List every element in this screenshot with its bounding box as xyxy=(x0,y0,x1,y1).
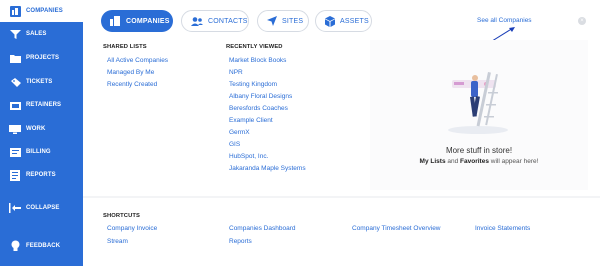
sidebar-item-companies[interactable]: COMPANIES xyxy=(0,0,83,22)
shortcuts-heading: SHORTCUTS xyxy=(103,213,140,219)
sidebar-item-label: PROJECTS xyxy=(26,55,60,61)
sidebar-item-reports[interactable]: REPORTS xyxy=(0,164,83,186)
sidebar-item-feedback[interactable]: FEEDBACK xyxy=(0,235,83,257)
list-item[interactable]: Managed By Me xyxy=(107,69,154,76)
billing-icon xyxy=(9,147,21,157)
sidebar-item-label: COMPANIES xyxy=(26,8,63,14)
sidebar-item-label: SALES xyxy=(26,31,47,37)
promo-subtitle: My Lists and Favorites will appear here! xyxy=(370,158,588,165)
shortcut-company-timesheet-overview[interactable]: Company Timesheet Overview xyxy=(352,225,441,232)
sidebar-item-tickets[interactable]: TICKETS xyxy=(0,71,83,93)
tab-label: SITES xyxy=(282,17,304,25)
recently-viewed-heading: RECENTLY VIEWED xyxy=(226,44,283,50)
list-item[interactable]: Recently Created xyxy=(107,81,157,88)
promo-illustration xyxy=(448,72,508,134)
list-item[interactable]: GermX xyxy=(229,129,250,136)
shortcuts-panel xyxy=(83,198,600,266)
shortcut-companies-dashboard[interactable]: Companies Dashboard xyxy=(229,225,295,232)
sidebar-item-label: REPORTS xyxy=(26,172,56,178)
tab-contacts[interactable]: CONTACTS xyxy=(181,10,249,32)
promo-title: More stuff in store! xyxy=(445,146,513,155)
shortcut-stream[interactable]: Stream xyxy=(107,238,128,245)
retainer-icon xyxy=(9,100,21,110)
shortcut-reports[interactable]: Reports xyxy=(229,238,252,245)
list-item[interactable]: Testing Kingdom xyxy=(229,81,277,88)
shortcut-invoice-statements[interactable]: Invoice Statements xyxy=(475,225,530,232)
tab-assets[interactable]: ASSETS xyxy=(315,10,372,32)
sidebar-item-sales[interactable]: SALES xyxy=(0,23,83,45)
list-item[interactable]: Example Client xyxy=(229,117,273,124)
contacts-icon xyxy=(191,16,203,26)
tab-companies[interactable]: COMPANIES xyxy=(101,10,173,32)
sidebar-item-label: FEEDBACK xyxy=(26,243,61,249)
tab-label: COMPANIES xyxy=(126,17,170,25)
list-item[interactable]: All Active Companies xyxy=(107,57,168,64)
promo-my-lists: My Lists xyxy=(419,158,446,165)
sidebar-item-label: RETAINERS xyxy=(26,102,62,108)
list-item[interactable]: Market Block Books xyxy=(229,57,286,64)
cube-icon xyxy=(325,15,335,27)
sidebar-item-retainers[interactable]: RETAINERS xyxy=(0,94,83,116)
sidebar-item-label: BILLING xyxy=(26,149,51,155)
sidebar-item-label: TICKETS xyxy=(26,79,53,85)
sidebar-item-billing[interactable]: BILLING xyxy=(0,141,83,163)
tab-label: ASSETS xyxy=(340,17,369,25)
sidebar-item-collapse[interactable]: COLLAPSE xyxy=(0,197,83,219)
location-arrow-icon xyxy=(267,16,277,26)
list-item[interactable]: NPR xyxy=(229,69,243,76)
collapse-icon xyxy=(9,203,21,213)
sidebar-item-work[interactable]: WORK xyxy=(0,118,83,140)
list-item[interactable]: Beresfords Coaches xyxy=(229,105,288,112)
tab-label: CONTACTS xyxy=(208,17,248,25)
companies-icon xyxy=(110,16,121,26)
sidebar-item-projects[interactable]: PROJECTS xyxy=(0,47,83,69)
monitor-icon xyxy=(9,124,21,134)
sidebar-item-label: COLLAPSE xyxy=(26,205,60,211)
sidebar-item-label: WORK xyxy=(26,126,46,132)
companies-icon xyxy=(9,5,21,17)
list-item[interactable]: HubSpot, Inc. xyxy=(229,153,268,160)
funnel-icon xyxy=(9,29,21,39)
promo-favorites: Favorites xyxy=(460,158,489,165)
list-item[interactable]: Albany Floral Designs xyxy=(229,93,292,100)
list-item[interactable]: GIS xyxy=(229,141,240,148)
list-item[interactable]: Jakaranda Maple Systems xyxy=(229,165,306,172)
shortcut-company-invoice[interactable]: Company Invoice xyxy=(107,225,157,232)
lightbulb-icon xyxy=(9,240,21,251)
close-icon[interactable]: × xyxy=(578,17,586,25)
shared-lists-heading: SHARED LISTS xyxy=(103,44,147,50)
promo-text: and xyxy=(445,158,461,165)
report-icon xyxy=(9,169,21,181)
promo-text: will appear here! xyxy=(488,158,539,165)
ticket-icon xyxy=(9,77,21,87)
tab-sites[interactable]: SITES xyxy=(257,10,309,32)
folder-icon xyxy=(9,53,21,63)
sidebar: COMPANIES SALES PROJECTS TICKETS RETAINE… xyxy=(0,0,83,266)
